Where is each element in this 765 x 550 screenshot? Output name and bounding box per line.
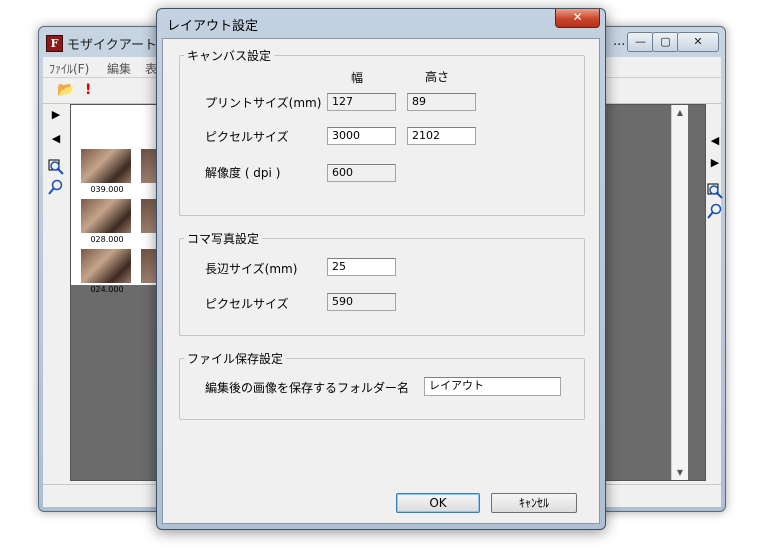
dialog-close-button[interactable]: ✕ (555, 9, 600, 28)
file-save-settings-group: ファイル保存設定 編集後の画像を保存するフォルダー名 レイアウト (179, 350, 585, 420)
zoom-in-icon[interactable] (706, 182, 724, 200)
folder-name-label: 編集後の画像を保存するフォルダー名 (205, 381, 410, 395)
long-side-size-label: 長辺サイズ(mm) (205, 262, 298, 276)
ok-button[interactable]: OK (396, 493, 480, 513)
app-logo-icon: F (46, 35, 63, 52)
app-title: モザイクアートテ (67, 38, 170, 53)
thumbnail-list[interactable]: 039.000 028.000 024.000 (71, 105, 160, 294)
resolution-field: 600 (327, 164, 396, 182)
frame-pixel-size-field: 590 (327, 293, 396, 311)
left-prev-icon[interactable]: ◀ (47, 130, 65, 148)
pixel-height-input[interactable]: 2102 (407, 127, 476, 145)
thumbnail-label: 024.000 (90, 285, 124, 294)
canvas-settings-legend: キャンバス設定 (184, 47, 275, 64)
cancel-button[interactable]: ｷｬﾝｾﾙ (491, 493, 577, 513)
pixel-width-input[interactable]: 3000 (327, 127, 396, 145)
long-side-size-input[interactable]: 25 (327, 258, 396, 276)
thumbnail-image[interactable] (81, 249, 131, 283)
menu-file[interactable]: ﾌｧｲﾙ(F) (49, 60, 89, 77)
right-next-icon[interactable]: ▶ (706, 154, 724, 172)
app-close-button[interactable]: ✕ (677, 32, 719, 52)
dialog-title: レイアウト設定 (167, 19, 259, 34)
maximize-button[interactable]: ▢ (652, 32, 679, 52)
layout-settings-dialog: レイアウト設定 ✕ キャンバス設定 幅 高さ プリントサイズ(mm) 127 8… (156, 8, 606, 530)
resolution-label: 解像度 ( dpi ) (205, 166, 281, 180)
height-column-label: 高さ (425, 70, 450, 84)
minimize-button[interactable]: — (627, 32, 654, 52)
vertical-scrollbar[interactable]: ▲ ▼ (671, 105, 688, 480)
thumbnail-label: 039.000 (90, 185, 124, 194)
thumbnail-label: 028.000 (90, 235, 124, 244)
app-title-overflow: ... (613, 34, 626, 49)
frame-photo-settings-group: コマ写真設定 長辺サイズ(mm) 25 ピクセルサイズ 590 (179, 230, 585, 336)
frame-pixel-size-label: ピクセルサイズ (205, 297, 289, 311)
right-prev-icon[interactable]: ◀ (706, 132, 724, 150)
left-next-icon[interactable]: ▶ (47, 106, 65, 124)
print-width-field: 127 (327, 93, 396, 111)
zoom-out-icon[interactable] (47, 178, 65, 196)
print-size-label: プリントサイズ(mm) (205, 96, 322, 110)
print-height-field: 89 (407, 93, 476, 111)
scroll-down-icon[interactable]: ▼ (672, 468, 688, 477)
menu-edit[interactable]: 編集 (107, 60, 131, 77)
scroll-up-icon[interactable]: ▲ (672, 108, 688, 117)
thumbnail-image[interactable] (81, 149, 131, 183)
canvas-settings-group: キャンバス設定 幅 高さ プリントサイズ(mm) 127 89 ピクセルサイズ … (179, 47, 585, 216)
thumbnail-image[interactable] (81, 199, 131, 233)
dialog-content: キャンバス設定 幅 高さ プリントサイズ(mm) 127 89 ピクセルサイズ … (162, 38, 600, 524)
zoom-out-icon[interactable] (706, 202, 724, 220)
frame-photo-settings-legend: コマ写真設定 (184, 230, 263, 247)
file-save-settings-legend: ファイル保存設定 (184, 350, 287, 367)
pixel-size-label: ピクセルサイズ (205, 130, 289, 144)
alert-icon[interactable]: ! (85, 82, 91, 98)
width-column-label: 幅 (351, 71, 364, 85)
folder-name-input[interactable]: レイアウト (424, 377, 561, 396)
zoom-in-icon[interactable] (47, 158, 65, 176)
open-folder-icon[interactable]: 📂 (57, 82, 74, 98)
